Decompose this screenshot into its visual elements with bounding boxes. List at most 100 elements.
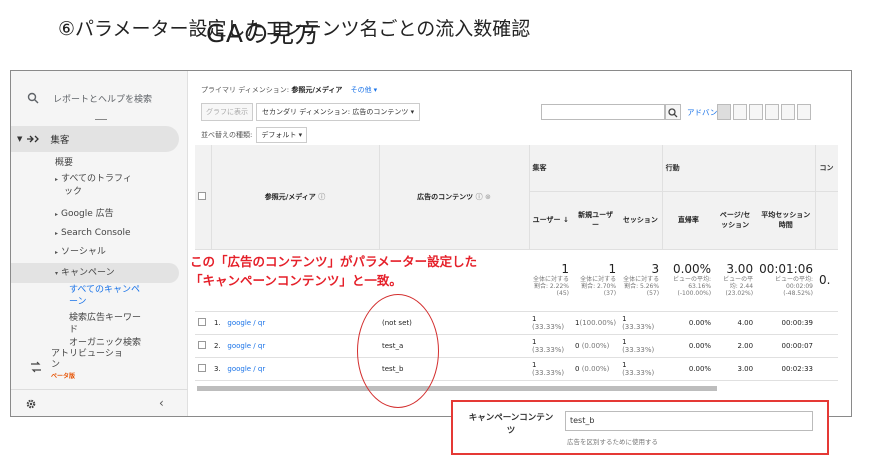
attribution-icon — [31, 361, 41, 373]
select-all-checkbox[interactable] — [198, 191, 206, 200]
cell-source: 1. google / qr — [211, 311, 379, 335]
report-toolbar: グラフに表示 セカンダリ ディメンション: 広告のコンテンツ ▾ — [201, 103, 421, 121]
annotation-line: この「広告のコンテンツ」がパラメーター設定した — [190, 254, 478, 269]
sidebar: レポートとヘルプを検索 ▼ 集客 概要 ▸ すべてのトラフィ ック ▸ Google… — [11, 71, 188, 416]
row-index: 2. — [214, 341, 221, 350]
sidebar-item-label: Search Console — [61, 228, 131, 238]
col-header-label: 平均セッション時間 — [761, 211, 811, 229]
search-icon — [668, 108, 678, 118]
sidebar-item-campaigns[interactable]: ▾ キャンペーン — [55, 267, 115, 280]
cell-value: 1 — [532, 314, 537, 323]
cell-users: 1 (33.33%) — [529, 334, 572, 358]
col-header-sessions[interactable]: セッション — [619, 191, 663, 250]
sort-type-row: 並べ替えの種類: デフォルト ▾ — [201, 127, 308, 143]
comparison-view-icon[interactable] — [765, 104, 779, 120]
acquisition-icon — [27, 135, 40, 143]
cell-pages: 2.00 — [714, 334, 757, 358]
gear-icon[interactable] — [25, 398, 37, 410]
cell-conv — [815, 357, 838, 381]
report-search[interactable]: レポートとヘルプを検索 — [11, 81, 188, 115]
sidebar-item-attribution[interactable]: アトリビューショ ン ベータ版 — [21, 349, 181, 380]
col-header-duration[interactable]: 平均セッション時間 — [756, 191, 817, 250]
total-subtext: ビューの平均: 63.16% (-100.00%) — [673, 276, 712, 297]
pie-view-icon[interactable] — [733, 104, 747, 120]
source-link[interactable]: google / qr — [227, 342, 265, 350]
primary-dim-value[interactable]: 参照元/メディア — [291, 86, 342, 94]
table-group-header: 参照元/メディア ⓘ 広告のコンテンツ ⓘ ⊗ 集客 行動 コン — [195, 145, 838, 250]
total-value: 3 — [651, 262, 660, 276]
term-cloud-icon[interactable] — [781, 104, 795, 120]
cell-new-users: 1(100.00%) — [572, 311, 620, 335]
report-main: プライマリ ディメンション: 参照元/メディア その他 ▾ グラフに表示 セカンダ… — [189, 71, 851, 416]
row-checkbox-cell — [195, 334, 211, 358]
total-subtext: 全体に対する割合: 5.26% (57) — [623, 276, 660, 297]
primary-dimension-bar: プライマリ ディメンション: 参照元/メディア その他 ▾ — [201, 85, 377, 95]
sidebar-item-organic-keywords[interactable]: オーガニック検索 — [69, 337, 141, 349]
table-search-input[interactable] — [541, 104, 665, 120]
triangle-right-icon: ▸ — [55, 176, 59, 183]
source-link[interactable]: google / qr — [227, 365, 265, 373]
col-header-label: 広告のコンテンツ — [417, 192, 474, 201]
sidebar-item-all-campaigns[interactable]: すべてのキャンペ ーン — [69, 284, 140, 308]
sidebar-item-acquisition[interactable]: ▼ 集客 — [11, 126, 179, 152]
table-row: 1. google / qr (not set) 1 (33.33%) 1(10… — [195, 311, 838, 335]
sidebar-item-label: アトリビューショ — [51, 349, 123, 359]
col-header-label: 参照元/メディア — [264, 192, 316, 201]
cell-conv — [815, 334, 838, 358]
sidebar-item-paid-keywords[interactable]: 検索広告キーワー ド — [69, 312, 141, 336]
search-icon — [27, 92, 39, 104]
label-line: ツ — [506, 426, 516, 436]
sidebar-item-all-traffic[interactable]: ▸ すべてのトラフィ ック — [55, 173, 132, 198]
remove-icon[interactable]: ⊗ — [485, 193, 491, 201]
total-value: 1 — [561, 262, 569, 276]
sidebar-item-label: ソーシャル — [61, 247, 106, 257]
plot-rows-button[interactable]: グラフに表示 — [201, 103, 253, 121]
group-header-acquisition: 集客 — [529, 145, 663, 192]
cell-users: 1 (33.33%) — [529, 357, 572, 381]
col-header-label: 直帰率 — [677, 216, 699, 224]
total-subtext: ビューの平均: 2.44 (23.02%) — [723, 276, 754, 297]
col-header-pages[interactable]: ページ/セッション — [714, 191, 757, 250]
table-view-icon[interactable] — [717, 104, 731, 120]
col-header-content[interactable]: 広告のコンテンツ ⓘ ⊗ — [379, 145, 530, 250]
table-search-button[interactable] — [665, 104, 681, 120]
sidebar-item-search-console[interactable]: ▸ Search Console — [55, 227, 131, 240]
col-header-label: ユーザー — [532, 216, 561, 224]
group-header-behavior: 行動 — [662, 145, 817, 192]
slide-title-main: GAの見方 — [206, 19, 320, 48]
performance-view-icon[interactable] — [749, 104, 763, 120]
row-checkbox[interactable] — [198, 340, 206, 349]
campaign-content-input[interactable]: test_b — [565, 411, 813, 431]
beta-badge: ベータ版 — [51, 373, 76, 380]
col-header-bounce[interactable]: 直帰率 — [662, 191, 715, 250]
col-header-new-users[interactable]: 新規ユーザー — [572, 191, 620, 250]
col-header-source[interactable]: 参照元/メディア ⓘ — [211, 145, 380, 250]
horizontal-scrollbar[interactable] — [197, 386, 717, 391]
cell-pct: (33.33%) — [532, 368, 565, 377]
cell-pct: (33.33%) — [622, 345, 655, 354]
sidebar-item-label: ック — [64, 187, 83, 197]
source-link[interactable]: google / qr — [227, 319, 265, 327]
row-checkbox[interactable] — [198, 317, 206, 326]
sidebar-item-label: キャンペーン — [61, 268, 115, 278]
sidebar-item-google-ads[interactable]: ▸ Google 広告 — [55, 208, 114, 221]
sidebar-item-social[interactable]: ▸ ソーシャル — [55, 246, 106, 259]
other-dimensions-link[interactable]: その他 — [351, 86, 372, 94]
sort-value: デフォルト — [261, 131, 297, 139]
cell-conv — [815, 311, 838, 335]
col-header-users[interactable]: ユーザー ↓ — [529, 191, 572, 250]
chevron-left-icon[interactable]: ‹ — [159, 396, 164, 410]
cell-bounce: 0.00% — [662, 311, 715, 335]
cell-pages: 4.00 — [714, 311, 757, 335]
sort-type-select[interactable]: デフォルト ▾ — [256, 127, 308, 143]
sidebar-item-label: 集客 — [50, 135, 70, 146]
row-checkbox[interactable] — [198, 363, 206, 372]
total-users: 1 全体に対する割合: 2.22% (45) — [529, 249, 572, 312]
sort-label: 並べ替えの種類: — [201, 131, 253, 139]
secondary-dimension-select[interactable]: セカンダリ ディメンション: 広告のコンテンツ ▾ — [256, 103, 421, 121]
sidebar-item-overview[interactable]: 概要 — [55, 157, 73, 169]
total-value: 00:01:06 — [759, 262, 813, 276]
cell-users: 1 (33.33%) — [529, 311, 572, 335]
cell-pct: (100.00%) — [579, 318, 617, 327]
pivot-view-icon[interactable] — [797, 104, 811, 120]
